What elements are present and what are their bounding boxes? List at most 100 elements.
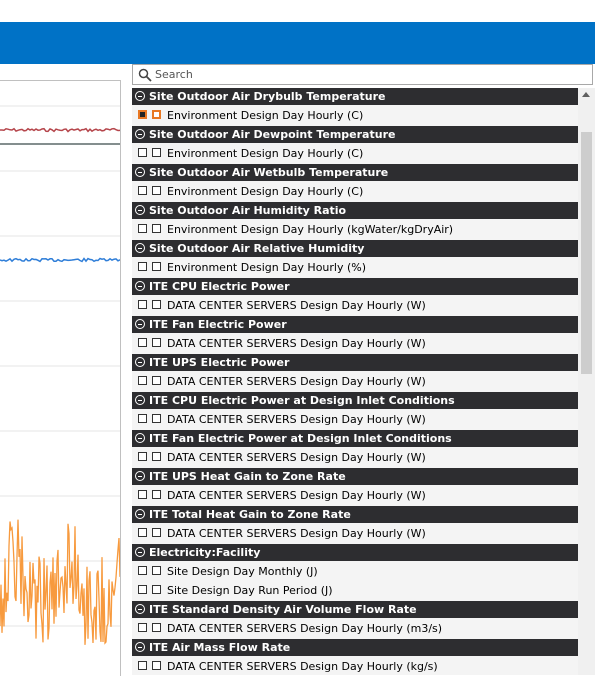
variable-item[interactable]: DATA CENTER SERVERS Design Day Hourly (W…: [132, 411, 578, 428]
variable-item[interactable]: Environment Design Day Hourly (C): [132, 107, 578, 124]
group-header[interactable]: Site Outdoor Air Humidity Ratio: [132, 202, 578, 219]
variable-item[interactable]: DATA CENTER SERVERS Design Day Hourly (W…: [132, 373, 578, 390]
group-title: Site Outdoor Air Drybulb Temperature: [149, 90, 386, 103]
variable-item[interactable]: Site Design Day Run Period (J): [132, 582, 578, 599]
series-checkbox-left[interactable]: [138, 300, 147, 309]
group-header[interactable]: ITE Total Heat Gain to Zone Rate: [132, 506, 578, 523]
series-checkbox-left[interactable]: [138, 376, 147, 385]
variable-item-label: DATA CENTER SERVERS Design Day Hourly (W…: [167, 299, 426, 312]
group-header[interactable]: Electricity:Facility: [132, 544, 578, 561]
variable-item-label: DATA CENTER SERVERS Design Day Hourly (W…: [167, 413, 426, 426]
group-header[interactable]: ITE CPU Electric Power at Design Inlet C…: [132, 392, 578, 409]
group-header[interactable]: ITE Standard Density Air Volume Flow Rat…: [132, 601, 578, 618]
group-title: ITE UPS Electric Power: [149, 356, 290, 369]
search-box[interactable]: [132, 64, 593, 85]
collapse-toggle-icon[interactable]: [135, 604, 145, 614]
group-title: ITE Fan Electric Power at Design Inlet C…: [149, 432, 452, 445]
series-checkbox-left[interactable]: [138, 414, 147, 423]
variable-item[interactable]: Environment Design Day Hourly (kgWater/k…: [132, 221, 578, 238]
group-title: ITE CPU Electric Power: [149, 280, 290, 293]
series-checkbox-left[interactable]: [138, 148, 147, 157]
variable-item[interactable]: DATA CENTER SERVERS Design Day Hourly (W…: [132, 297, 578, 314]
list-scrollbar[interactable]: [578, 88, 595, 675]
variable-item-label: Environment Design Day Hourly (C): [167, 147, 364, 160]
plot-canvas: [0, 105, 120, 645]
collapse-toggle-icon[interactable]: [135, 547, 145, 557]
variable-item[interactable]: DATA CENTER SERVERS Design Day Hourly (m…: [132, 620, 578, 637]
collapse-toggle-icon[interactable]: [135, 395, 145, 405]
series-checkbox-left[interactable]: [138, 338, 147, 347]
group-title: ITE Air Mass Flow Rate: [149, 641, 291, 654]
group-header[interactable]: ITE Fan Electric Power at Design Inlet C…: [132, 430, 578, 447]
series-checkbox-left[interactable]: [138, 186, 147, 195]
scroll-up-arrow-icon[interactable]: [582, 92, 590, 97]
series-checkbox-left[interactable]: [138, 528, 147, 537]
variable-item[interactable]: DATA CENTER SERVERS Design Day Hourly (W…: [132, 335, 578, 352]
group-header[interactable]: ITE Fan Electric Power: [132, 316, 578, 333]
collapse-toggle-icon[interactable]: [135, 509, 145, 519]
series-checkbox-right[interactable]: [152, 490, 161, 499]
group-header[interactable]: Site Outdoor Air Relative Humidity: [132, 240, 578, 257]
variable-item[interactable]: Environment Design Day Hourly (C): [132, 183, 578, 200]
variable-item-label: DATA CENTER SERVERS Design Day Hourly (W…: [167, 375, 426, 388]
collapse-toggle-icon[interactable]: [135, 205, 145, 215]
series-checkbox-left[interactable]: [138, 452, 147, 461]
group-title: ITE Fan Electric Power: [149, 318, 287, 331]
search-icon: [138, 68, 152, 82]
series-checkbox-right[interactable]: [152, 110, 161, 119]
series-checkbox-right[interactable]: [152, 566, 161, 575]
series-checkbox-right[interactable]: [152, 186, 161, 195]
group-header[interactable]: ITE UPS Heat Gain to Zone Rate: [132, 468, 578, 485]
series-checkbox-left[interactable]: [138, 224, 147, 233]
group-header[interactable]: Site Outdoor Air Dewpoint Temperature: [132, 126, 578, 143]
collapse-toggle-icon[interactable]: [135, 642, 145, 652]
collapse-toggle-icon[interactable]: [135, 243, 145, 253]
series-checkbox-right[interactable]: [152, 414, 161, 423]
series-checkbox-left[interactable]: [138, 623, 147, 632]
series-checkbox-right[interactable]: [152, 623, 161, 632]
collapse-toggle-icon[interactable]: [135, 433, 145, 443]
group-title: ITE CPU Electric Power at Design Inlet C…: [149, 394, 455, 407]
series-checkbox-left[interactable]: [138, 262, 147, 271]
variable-item[interactable]: DATA CENTER SERVERS Design Day Hourly (W…: [132, 487, 578, 504]
variable-item[interactable]: DATA CENTER SERVERS Design Day Hourly (k…: [132, 658, 578, 675]
variable-item[interactable]: Environment Design Day Hourly (C): [132, 145, 578, 162]
group-header[interactable]: Site Outdoor Air Wetbulb Temperature: [132, 164, 578, 181]
variable-item[interactable]: DATA CENTER SERVERS Design Day Hourly (W…: [132, 449, 578, 466]
group-header[interactable]: ITE CPU Electric Power: [132, 278, 578, 295]
series-checkbox-right[interactable]: [152, 300, 161, 309]
series-checkbox-left[interactable]: [138, 566, 147, 575]
plot-area: [0, 80, 121, 676]
collapse-toggle-icon[interactable]: [135, 167, 145, 177]
variable-item[interactable]: DATA CENTER SERVERS Design Day Hourly (W…: [132, 525, 578, 542]
series-checkbox-left[interactable]: [138, 585, 147, 594]
series-checkbox-left[interactable]: [138, 110, 147, 119]
collapse-toggle-icon[interactable]: [135, 91, 145, 101]
variable-item-label: Site Design Day Monthly (J): [167, 565, 318, 578]
series-checkbox-right[interactable]: [152, 528, 161, 537]
series-checkbox-left[interactable]: [138, 490, 147, 499]
group-header[interactable]: ITE Air Mass Flow Rate: [132, 639, 578, 656]
series-checkbox-right[interactable]: [152, 262, 161, 271]
series-checkbox-left[interactable]: [138, 661, 147, 670]
collapse-toggle-icon[interactable]: [135, 281, 145, 291]
group-title: ITE Total Heat Gain to Zone Rate: [149, 508, 351, 521]
series-checkbox-right[interactable]: [152, 376, 161, 385]
series-line-blue: [0, 257, 120, 263]
variable-item[interactable]: Environment Design Day Hourly (%): [132, 259, 578, 276]
series-checkbox-right[interactable]: [152, 224, 161, 233]
series-checkbox-right[interactable]: [152, 452, 161, 461]
group-header[interactable]: ITE UPS Electric Power: [132, 354, 578, 371]
series-checkbox-right[interactable]: [152, 661, 161, 670]
collapse-toggle-icon[interactable]: [135, 471, 145, 481]
scrollbar-thumb[interactable]: [581, 132, 592, 374]
series-checkbox-right[interactable]: [152, 338, 161, 347]
search-input[interactable]: [155, 66, 585, 83]
group-header[interactable]: Site Outdoor Air Drybulb Temperature: [132, 88, 578, 105]
collapse-toggle-icon[interactable]: [135, 319, 145, 329]
series-checkbox-right[interactable]: [152, 148, 161, 157]
collapse-toggle-icon[interactable]: [135, 357, 145, 367]
variable-item[interactable]: Site Design Day Monthly (J): [132, 563, 578, 580]
series-checkbox-right[interactable]: [152, 585, 161, 594]
collapse-toggle-icon[interactable]: [135, 129, 145, 139]
